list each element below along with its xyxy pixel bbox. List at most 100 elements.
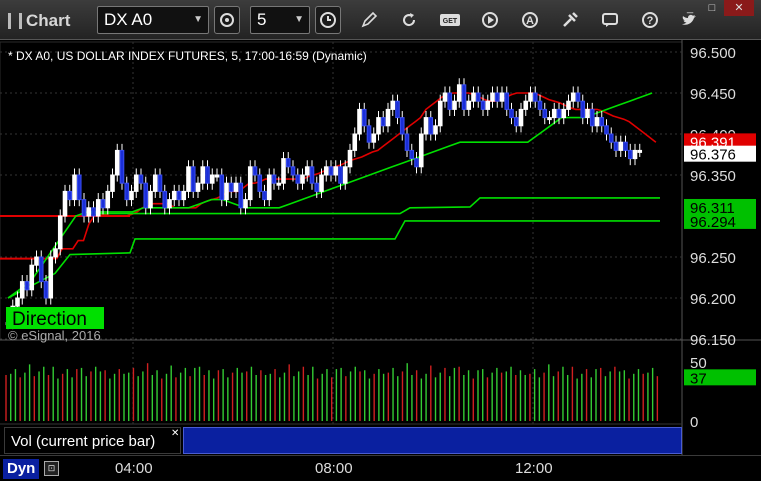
candle-body: [528, 92, 533, 102]
interval-value: 5: [257, 10, 267, 29]
candle-body: [499, 92, 505, 102]
candle-body: [580, 100, 586, 119]
candle-body: [418, 133, 424, 168]
candle-body: [100, 199, 106, 209]
candle-body: [380, 117, 386, 127]
candle-body: [190, 166, 196, 192]
gear-button[interactable]: [214, 6, 240, 34]
candle-body: [200, 166, 206, 184]
chart-area: 96.50096.45096.40096.35096.25096.20096.1…: [0, 40, 761, 481]
candle-body: [81, 199, 87, 217]
watermark: © eSignal, 2016: [8, 328, 101, 343]
chat-button[interactable]: [597, 6, 623, 34]
candle-body: [357, 108, 362, 135]
candle-body: [338, 166, 343, 184]
refresh-icon: [403, 13, 416, 27]
app-title: Chart: [8, 11, 70, 31]
candle-body: [347, 149, 353, 168]
tools-icon: [563, 12, 578, 27]
candle-body: [532, 92, 538, 102]
candle-body: [608, 133, 614, 143]
candle-body: [152, 174, 158, 192]
candle-body: [466, 100, 472, 110]
candle-body: [138, 174, 144, 184]
info-button[interactable]: ?: [637, 6, 663, 34]
candle-body: [433, 125, 438, 135]
candle-body: [456, 84, 462, 102]
minimize-button[interactable]: _: [680, 0, 700, 16]
refresh-button[interactable]: [396, 6, 422, 34]
candle-body: [518, 108, 524, 127]
candle-body: [437, 100, 443, 127]
candle-body: [452, 100, 457, 110]
candle-body: [285, 158, 291, 168]
candle-body: [238, 182, 244, 209]
candle-body: [252, 166, 258, 176]
candle-body: [86, 207, 92, 217]
symbol-combo[interactable]: DX A0 ▼: [97, 6, 209, 34]
price-tag-label: 96.294: [690, 214, 736, 231]
candle-body: [195, 182, 201, 192]
chevron-down-icon: ▼: [294, 14, 304, 25]
draw-button[interactable]: [356, 6, 382, 34]
volume-study-label[interactable]: Vol (current price bar): [4, 427, 181, 454]
price-tag-label: 96.376: [690, 147, 736, 164]
dynamic-mode-button[interactable]: Dyn: [3, 459, 40, 479]
candle-body: [19, 281, 25, 299]
play-button[interactable]: [477, 6, 503, 34]
candle-body: [271, 174, 277, 184]
candle-body: [404, 133, 410, 151]
x-tick-label: 08:00: [315, 460, 353, 477]
y-tick-label: 96.500: [690, 45, 736, 62]
candle-body: [224, 182, 229, 201]
interval-combo[interactable]: 5 ▼: [250, 6, 310, 34]
candle-body: [509, 108, 514, 119]
candle-body: [266, 174, 272, 201]
clock-button[interactable]: [315, 6, 341, 34]
candle-body: [186, 166, 191, 192]
volume-tag-label: 37: [690, 370, 707, 387]
close-button[interactable]: ✕: [724, 0, 754, 16]
candle-body: [399, 117, 405, 135]
candle-body: [181, 190, 187, 201]
price-chart[interactable]: 96.50096.45096.40096.35096.25096.20096.1…: [0, 40, 761, 481]
play-icon: [482, 12, 498, 28]
candle-body: [561, 108, 567, 119]
candle-body: [176, 190, 182, 201]
candle-body: [257, 174, 263, 192]
candle-body: [376, 117, 381, 135]
candle-body: [57, 215, 63, 250]
candle-body: [575, 92, 581, 102]
candle-body: [504, 92, 510, 110]
chart-handle-icon[interactable]: [8, 13, 22, 29]
candle-body: [627, 149, 633, 160]
candle-body: [314, 182, 320, 192]
candle-body: [119, 149, 125, 184]
candle-body: [361, 108, 367, 127]
candle-body: [371, 133, 377, 143]
candle-body: [542, 108, 548, 119]
candle-body: [214, 174, 220, 178]
candle-body: [589, 108, 595, 127]
close-study-icon[interactable]: ✕: [171, 428, 179, 439]
chart-title: * DX A0, US DOLLAR INDEX FUTURES, 5, 17:…: [8, 49, 367, 63]
candle-body: [551, 108, 557, 119]
tools-button[interactable]: [557, 6, 583, 34]
direction-label: Direction: [12, 309, 87, 330]
candle-body: [423, 117, 429, 135]
candle-body: [618, 141, 624, 151]
candle-body: [243, 199, 248, 209]
alert-button[interactable]: A: [517, 6, 543, 34]
candle-body: [48, 256, 54, 299]
maximize-icon: □: [708, 2, 716, 14]
pencil-icon: [361, 11, 378, 28]
get-button[interactable]: GET: [437, 6, 463, 34]
lock-icon[interactable]: ⊡: [44, 461, 59, 476]
candle-body: [247, 166, 253, 201]
candle-body: [385, 108, 391, 127]
candle-body: [129, 190, 134, 201]
svg-text:GET: GET: [443, 18, 458, 25]
maximize-button[interactable]: □: [702, 0, 722, 16]
toolbar: Chart DX A0 ▼ 5 ▼ GET A ? _ □ ✕: [0, 0, 761, 40]
candle-body: [428, 117, 434, 135]
